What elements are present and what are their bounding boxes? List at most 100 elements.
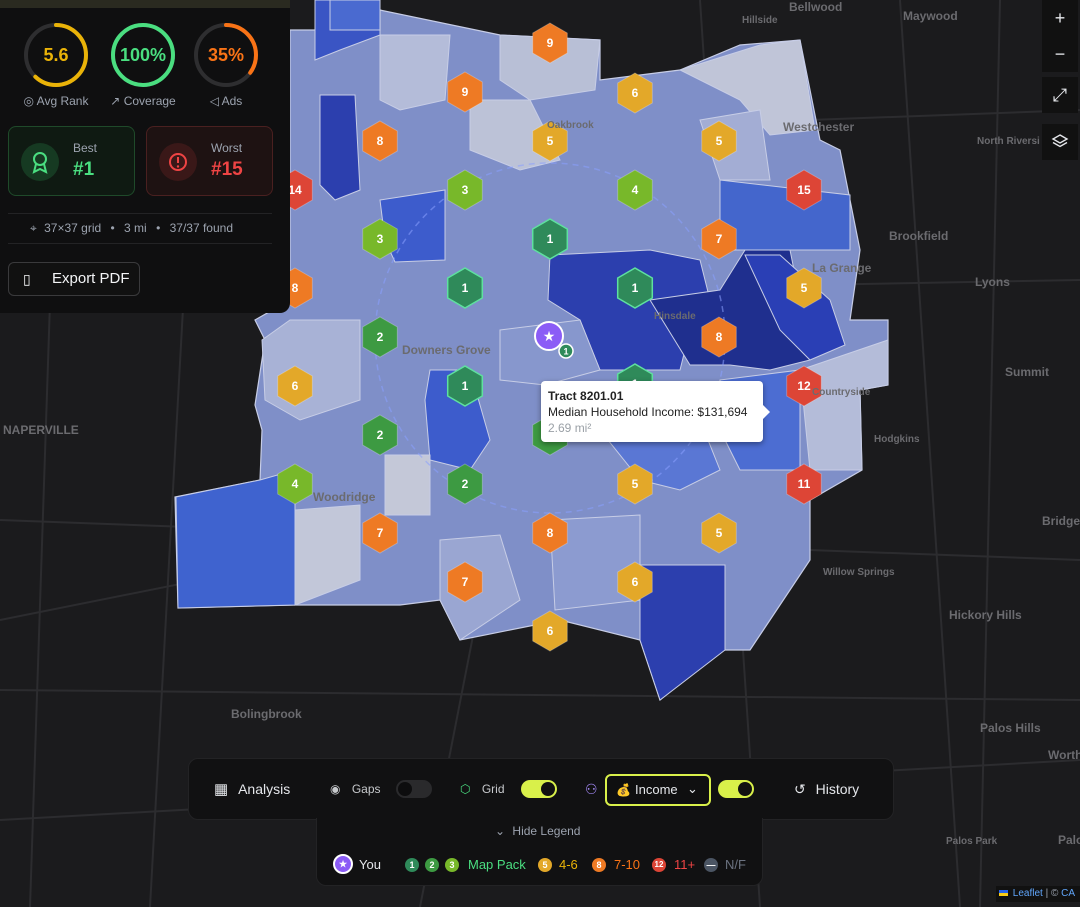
zoom-in-button[interactable]: + <box>1042 0 1078 36</box>
rank-label: 5 <box>716 526 723 540</box>
rank-label: 4 <box>292 477 299 491</box>
income-toggle[interactable] <box>718 780 754 798</box>
rank-label: 2 <box>462 477 469 491</box>
map-place-label: Summit <box>1005 365 1050 379</box>
rank-label: 1 <box>462 281 469 295</box>
chevron-down-icon: ⌄ <box>495 824 506 838</box>
grid-size: 37×37 grid <box>44 221 102 235</box>
best-label: Best <box>73 141 98 155</box>
map-place-label: Bridgeview <box>1042 514 1080 528</box>
map-place-label: Brookfield <box>889 229 949 243</box>
rank-label: 15 <box>797 183 811 197</box>
map-place-label: Maywood <box>903 9 958 23</box>
scan-radius: 3 mi <box>124 221 147 235</box>
income-layer-select[interactable]: 💰 Income ⌄ <box>605 774 711 806</box>
gaps-toggle[interactable] <box>396 780 432 798</box>
leaflet-link[interactable]: Leaflet <box>1013 888 1043 899</box>
rank-label: 8 <box>377 134 384 148</box>
map-place-label: Bellwood <box>789 0 843 14</box>
zoom-out-button[interactable]: − <box>1042 36 1078 72</box>
target-icon: ◎ <box>23 94 34 108</box>
map-place-label: Hillside <box>742 15 778 26</box>
found-count: 37/37 found <box>169 221 234 235</box>
rank-label: 7 <box>462 575 469 589</box>
map-place-label: Hodgkins <box>874 434 920 445</box>
ads-value: 35% <box>207 45 245 65</box>
avg-rank-label-row: ◎ Avg Rank <box>6 94 106 108</box>
map-place-label: La Grange <box>812 261 872 275</box>
rank-label: 3 <box>377 232 384 246</box>
rank-label: 6 <box>547 624 554 638</box>
map-place-label: Palos Hills <box>980 721 1041 735</box>
layers-button[interactable] <box>1042 124 1078 160</box>
analysis-label: Analysis <box>238 781 291 797</box>
legend-chip-nf: — <box>704 858 718 872</box>
map-place-label: Worth <box>1048 748 1080 762</box>
legend-nf: N/F <box>725 857 746 872</box>
tooltip-income: Median Household Income: $131,694 <box>548 405 748 419</box>
layers-icon <box>1051 134 1069 148</box>
map-place-label: Countryside <box>812 387 871 398</box>
gaps-toggle-knob <box>398 782 412 796</box>
history-icon: ↺ <box>794 781 806 797</box>
money-bag-icon: 💰 <box>616 783 631 797</box>
rank-label: 5 <box>801 281 808 295</box>
rank-label: 12 <box>797 379 811 393</box>
ads-label-row: ◁ Ads <box>176 94 276 108</box>
bottom-toolbar: ▦ Analysis ◉ Gaps ⬡ Grid ⚇ 💰 Income ⌄ ↺ … <box>188 758 894 820</box>
attribution-separator: | © <box>1042 888 1062 899</box>
history-label: History <box>815 781 860 797</box>
rank-label: 14 <box>288 183 302 197</box>
history-button[interactable]: ↺ History <box>794 759 859 819</box>
rank-label: 6 <box>292 379 299 393</box>
rank-label: 5 <box>547 134 554 148</box>
expand-icon: ⤢ <box>1052 85 1068 105</box>
avg-rank-label: Avg Rank <box>36 94 89 108</box>
rank-label: 5 <box>716 134 723 148</box>
coverage-value: 100% <box>119 45 167 65</box>
worst-rank-card: Worst #15 <box>146 126 273 196</box>
tooltip-area: 2.69 mi² <box>548 421 592 435</box>
analysis-button[interactable]: ▦ Analysis <box>214 759 290 819</box>
legend-4-6: 4-6 <box>559 857 578 872</box>
table-icon: ▦ <box>214 781 229 798</box>
rank-label: 7 <box>377 526 384 540</box>
legend-chip-11: 12 <box>652 858 666 872</box>
map-place-label: Hickory Hills <box>949 608 1022 622</box>
tooltip-title: Tract 8201.01 <box>548 389 624 403</box>
scan-meta: ⌖ 37×37 grid • 3 mi • 37/37 found <box>8 213 272 244</box>
award-icon <box>21 143 59 181</box>
gaps-control: ◉ Gaps <box>330 759 381 819</box>
best-value: #1 <box>73 159 95 180</box>
export-label: Export PDF <box>52 270 130 287</box>
rank-label: 3 <box>462 183 469 197</box>
legend-you: You <box>359 857 381 872</box>
rank-label: 11 <box>798 477 811 491</box>
income-label: Income <box>635 782 678 797</box>
hide-legend-button[interactable]: ⌄ Hide Legend <box>495 824 580 838</box>
tract-tooltip: Tract 8201.01 Median Household Income: $… <box>541 381 770 442</box>
rank-label: 5 <box>632 477 639 491</box>
eye-icon: ◉ <box>330 782 341 796</box>
attribution-link[interactable]: CA <box>1061 888 1075 899</box>
map-place-label: Downers Grove <box>402 343 491 357</box>
pin-icon: ⌖ <box>30 221 37 235</box>
grid-toggle-knob <box>541 782 555 796</box>
fullscreen-button[interactable]: ⤢ <box>1042 77 1078 113</box>
legend-7-10: 7-10 <box>614 857 641 872</box>
map-place-label: Lyons <box>975 275 1010 289</box>
map-place-label: Palos Park <box>946 836 998 847</box>
map-place-label: Oakbrook <box>547 120 594 131</box>
rank-label: 9 <box>462 85 469 99</box>
legend-chip-710: 8 <box>592 858 606 872</box>
rank-label: 1 <box>547 232 554 246</box>
income-toggle-knob <box>738 782 752 796</box>
map-place-label: Hinsdale <box>654 311 696 322</box>
export-pdf-button[interactable]: ▯ Export PDF <box>8 262 140 296</box>
map-place-label: North Riversi <box>977 136 1040 147</box>
grid-toggle[interactable] <box>521 780 557 798</box>
rank-label: 6 <box>632 575 639 589</box>
legend-map-pack: Map Pack <box>468 857 526 872</box>
grid-label: Grid <box>481 782 505 796</box>
map-place-label: Palos He <box>1058 833 1080 847</box>
